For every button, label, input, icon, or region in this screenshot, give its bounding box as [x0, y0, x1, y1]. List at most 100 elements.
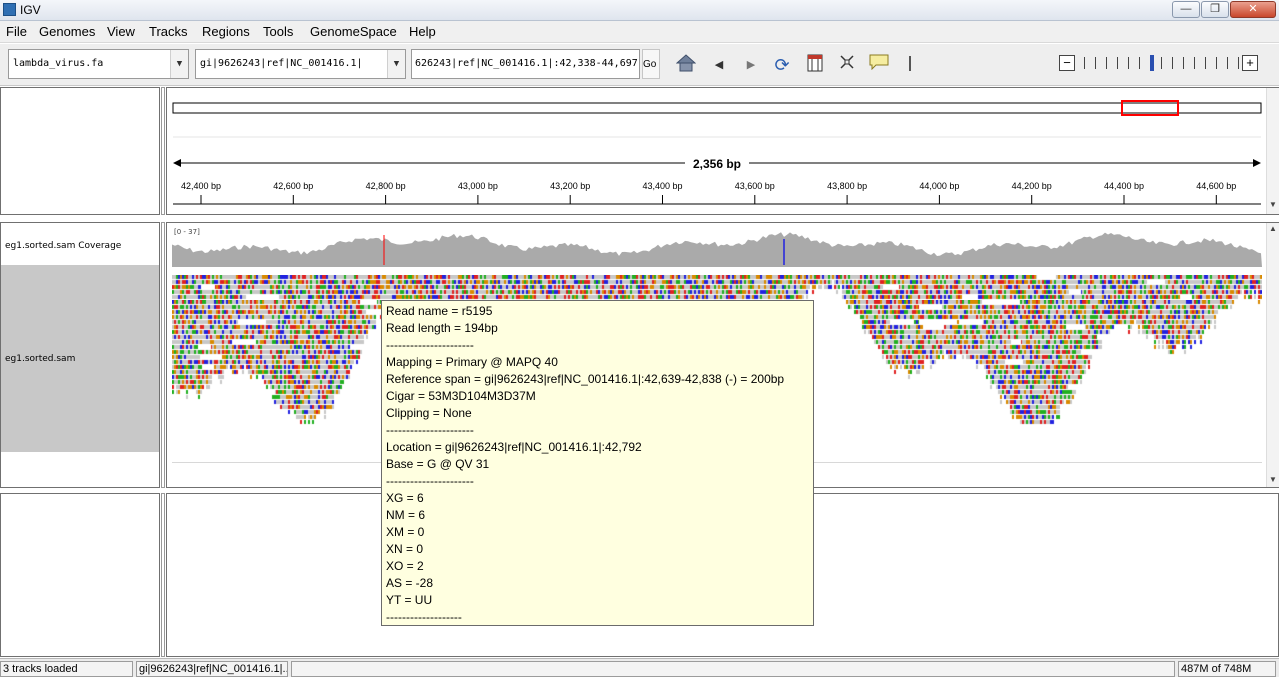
- chromosome-dropdown[interactable]: gi|9626243|ref|NC_001416.1| ▼: [195, 49, 406, 79]
- coverage-histogram: [172, 232, 1262, 267]
- header-name-panel: [0, 87, 160, 215]
- status-bar: 3 tracks loaded gi|9626243|ref|NC_001416…: [0, 658, 1279, 677]
- ruler-tick-label: 44,400 bp: [1104, 181, 1144, 191]
- data-name-panel: eg1.sorted.sam Coverage eg1.sorted.sam: [0, 222, 160, 488]
- go-button[interactable]: Go: [642, 49, 660, 79]
- popup-line: Location = gi|9626243|ref|NC_001416.1|:4…: [386, 440, 642, 454]
- zoom-slider[interactable]: [1084, 54, 1240, 72]
- chevron-up-icon[interactable]: ▲: [1269, 224, 1277, 233]
- menu-genomespace[interactable]: GenomeSpace: [310, 24, 397, 39]
- popup-icon[interactable]: [868, 54, 890, 76]
- popup-line: XG = 6: [386, 491, 424, 505]
- feature-name-panel: [0, 493, 160, 657]
- toolbar-separator: [909, 56, 911, 71]
- home-icon[interactable]: [675, 54, 697, 76]
- genome-dropdown[interactable]: lambda_virus.fa ▼: [8, 49, 189, 79]
- popup-line: ----------------------: [386, 474, 474, 488]
- zoom-tick[interactable]: [1084, 57, 1085, 69]
- attribute-gutter-top: [161, 87, 165, 215]
- span-label: 2,356 bp: [693, 157, 741, 171]
- position-status: gi|9626243|ref|NC_001416.1|...: [136, 661, 288, 677]
- restore-button[interactable]: ❐: [1201, 1, 1229, 18]
- ruler-tick-label: 43,800 bp: [827, 181, 867, 191]
- popup-line: -------------------: [386, 610, 462, 624]
- menu-tracks[interactable]: Tracks: [149, 24, 188, 39]
- ruler-tick-label: 43,200 bp: [550, 181, 590, 191]
- popup-line: Reference span = gi|9626243|ref|NC_00141…: [386, 372, 785, 386]
- fit-icon[interactable]: [836, 54, 858, 76]
- forward-icon[interactable]: ▶: [740, 54, 762, 76]
- refresh-icon[interactable]: ⟳: [771, 54, 793, 76]
- coverage-track-name[interactable]: eg1.sorted.sam Coverage: [5, 241, 121, 251]
- zoom-tick[interactable]: [1216, 57, 1217, 69]
- menu-help[interactable]: Help: [409, 24, 436, 39]
- zoom-tick[interactable]: [1227, 57, 1228, 69]
- popup-line: Clipping = None: [386, 406, 472, 420]
- popup-line: Cigar = 53M3D104M3D37M: [386, 389, 536, 403]
- chevron-down-icon[interactable]: ▼: [170, 50, 188, 78]
- popup-line: Read name = r5195: [386, 304, 493, 318]
- ruler-ticks: 42,400 bp 42,600 bp 42,800 bp 43,000 bp 43,2…: [181, 181, 1236, 204]
- popup-line: Mapping = Primary @ MAPQ 40: [386, 355, 558, 369]
- popup-line: ----------------------: [386, 423, 474, 437]
- zoom-tick[interactable]: [1128, 57, 1129, 69]
- menu-file[interactable]: File: [6, 24, 27, 39]
- ruler-scrollbar[interactable]: ▼: [1266, 88, 1279, 214]
- chromosome-ideogram[interactable]: [172, 102, 1262, 114]
- memory-status[interactable]: 487M of 748M: [1178, 661, 1276, 677]
- zoom-tick[interactable]: [1139, 57, 1140, 69]
- data-scrollbar[interactable]: ▲ ▼: [1266, 223, 1279, 487]
- alignment-track-name-bg[interactable]: eg1.sorted.sam: [1, 265, 159, 452]
- close-button[interactable]: ✕: [1230, 1, 1276, 18]
- ruler-tick-label: 43,000 bp: [458, 181, 498, 191]
- zoom-tick[interactable]: [1194, 57, 1195, 69]
- back-icon[interactable]: ◀: [708, 54, 730, 76]
- popup-line: XN = 0: [386, 542, 424, 556]
- tracks-loaded-status: 3 tracks loaded: [0, 661, 133, 677]
- locus-input[interactable]: 626243|ref|NC_001416.1|:42,338-44,697: [411, 49, 640, 79]
- menu-regions[interactable]: Regions: [202, 24, 250, 39]
- popup-line: XM = 0: [386, 525, 425, 539]
- chevron-down-icon[interactable]: ▼: [1269, 200, 1277, 209]
- zoom-tick[interactable]: [1117, 57, 1118, 69]
- chevron-down-icon[interactable]: ▼: [1269, 475, 1277, 484]
- read-details-popup[interactable]: Read name = r5195 Read length = 194bp --…: [381, 300, 814, 626]
- region-icon[interactable]: [804, 54, 826, 76]
- zoom-tick[interactable]: [1172, 57, 1173, 69]
- genome-value: lambda_virus.fa: [13, 58, 104, 69]
- zoom-tick[interactable]: [1205, 57, 1206, 69]
- menu-tools[interactable]: Tools: [263, 24, 293, 39]
- attribute-gutter-feature: [161, 493, 165, 657]
- ruler-tick-label: 43,600 bp: [735, 181, 775, 191]
- zoom-tick[interactable]: [1161, 57, 1162, 69]
- menu-genomes[interactable]: Genomes: [39, 24, 95, 39]
- ruler-tick-label: 44,200 bp: [1012, 181, 1052, 191]
- minimize-button[interactable]: —: [1172, 1, 1200, 18]
- zoom-tick[interactable]: [1095, 57, 1096, 69]
- ruler-tick-label: 44,600 bp: [1196, 181, 1236, 191]
- zoom-out-button[interactable]: −: [1059, 55, 1075, 71]
- title-bar: IGV — ❐ ✕: [0, 0, 1279, 21]
- coverage-track[interactable]: [0 - 37]: [172, 225, 1267, 270]
- ruler-tick-label: 42,600 bp: [273, 181, 313, 191]
- zoom-in-button[interactable]: +: [1242, 55, 1258, 71]
- attribute-gutter-data: [161, 222, 165, 488]
- chevron-down-icon[interactable]: ▼: [387, 50, 405, 78]
- menu-bar: File Genomes View Tracks Regions Tools G…: [0, 21, 1279, 43]
- popup-line: Base = G @ QV 31: [386, 457, 490, 471]
- zoom-tick[interactable]: [1106, 57, 1107, 69]
- ruler-tick-label: 44,000 bp: [919, 181, 959, 191]
- popup-line: NM = 6: [386, 508, 426, 522]
- zoom-tick[interactable]: [1238, 57, 1239, 69]
- chromosome-value: gi|9626243|ref|NC_001416.1|: [200, 58, 363, 69]
- ruler-tick-label: 42,400 bp: [181, 181, 221, 191]
- popup-line: XO = 2: [386, 559, 424, 573]
- zoom-tick[interactable]: [1150, 55, 1154, 71]
- ruler-tick-label: 43,400 bp: [642, 181, 682, 191]
- message-status: [291, 661, 1175, 677]
- menu-view[interactable]: View: [107, 24, 135, 39]
- ruler-panel[interactable]: 2,356 bp 42,400 bp 42,600 bp 42,800 bp 43,0…: [166, 87, 1279, 215]
- zoom-tick[interactable]: [1183, 57, 1184, 69]
- alignment-track-name: eg1.sorted.sam: [5, 354, 76, 364]
- toolbar: lambda_virus.fa ▼ gi|9626243|ref|NC_0014…: [0, 44, 1279, 86]
